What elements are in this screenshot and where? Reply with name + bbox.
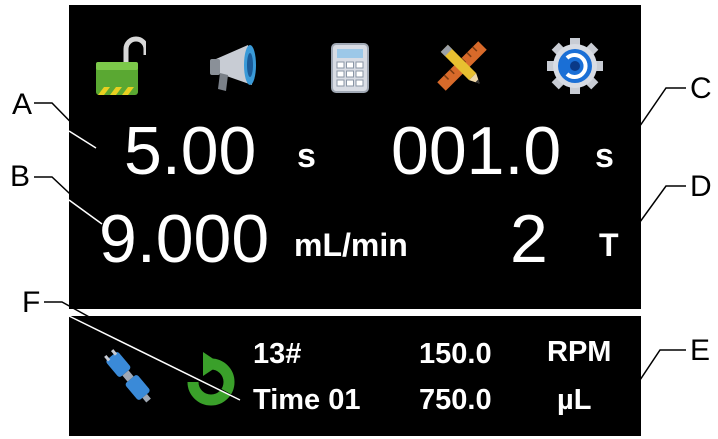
leader-line-e bbox=[623, 349, 686, 405]
leader-line-c bbox=[621, 87, 686, 153]
leader-line-a bbox=[34, 102, 97, 149]
callout-leader-lines bbox=[34, 87, 686, 405]
leader-line-d bbox=[623, 185, 686, 245]
